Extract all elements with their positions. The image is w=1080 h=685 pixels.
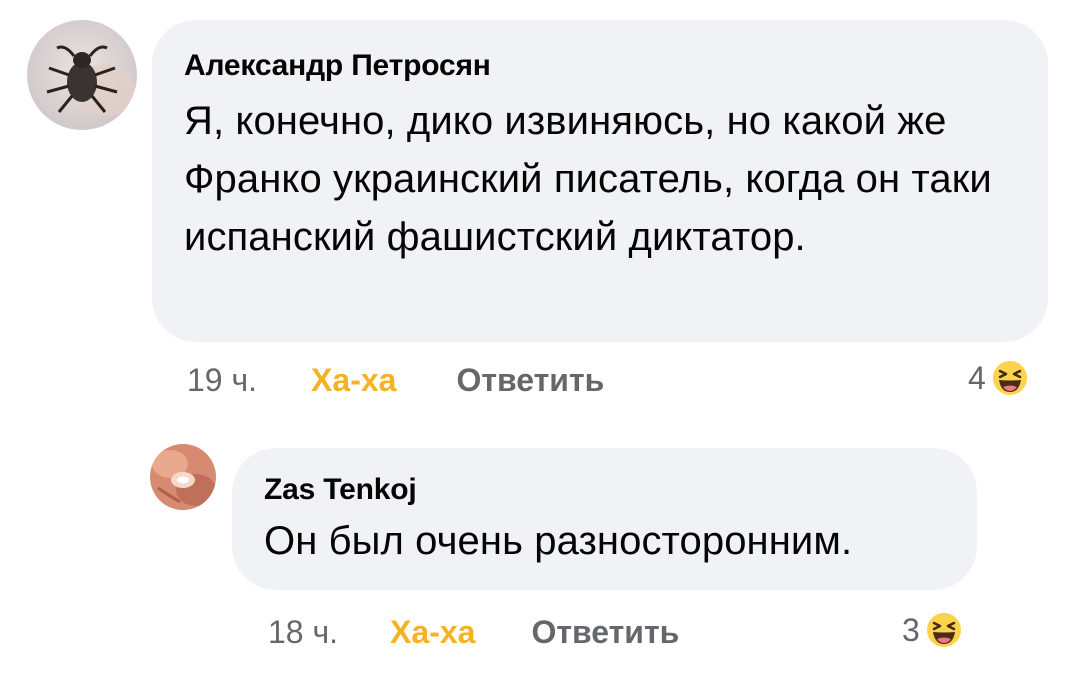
comment-timestamp[interactable]: 19 ч. [187,362,257,399]
reaction-summary[interactable]: 3 [902,608,964,652]
comment-text: Я, конечно, дико извиняюсь, но какой же … [184,99,992,259]
avatar[interactable] [27,20,137,130]
reply-button[interactable]: Ответить [456,362,604,399]
comments-thread: Александр Петросян Я, конечно, дико изви… [0,0,1080,685]
avatar-photo [150,444,216,510]
reaction-summary[interactable]: 4 [968,356,1030,400]
comment-author[interactable]: Zas Tenkoj [264,472,945,508]
comment-bubble: Zas Tenkoj Он был очень разносторонним. [232,448,977,590]
reaction-button[interactable]: Ха-ха [311,362,396,399]
reaction-count: 3 [902,611,920,648]
reaction-button[interactable]: Ха-ха [390,614,475,651]
reaction-count: 4 [968,359,986,396]
comment-actions: 18 ч. Ха-ха Ответить [268,612,679,652]
haha-emoji-icon [924,610,964,650]
haha-emoji-icon [990,358,1030,398]
avatar-beetle-photo [27,20,137,130]
comment-author[interactable]: Александр Петросян [184,48,1016,84]
reply-button[interactable]: Ответить [531,614,679,651]
comment-bubble: Александр Петросян Я, конечно, дико изви… [152,20,1048,342]
comment-text: Он был очень разносторонним. [264,519,853,563]
comment-actions: 19 ч. Ха-ха Ответить [187,360,604,400]
avatar[interactable] [150,444,216,510]
comment-timestamp[interactable]: 18 ч. [268,614,338,651]
